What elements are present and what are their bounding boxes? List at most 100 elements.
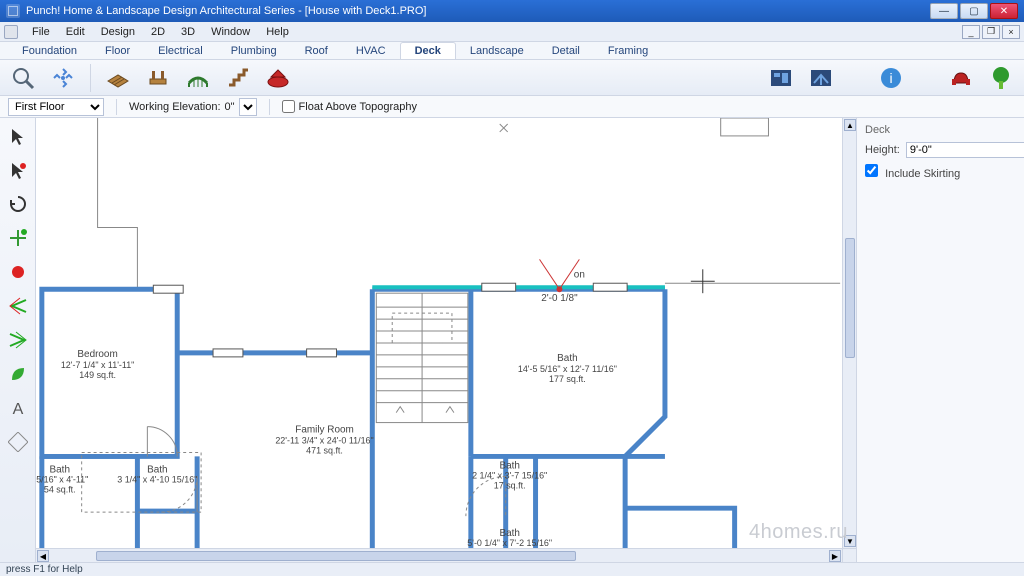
record-tool[interactable] — [4, 258, 32, 286]
skirting-label: Include Skirting — [885, 168, 960, 180]
deck-post-icon — [145, 65, 171, 91]
scroll-right-button[interactable]: ▶ — [829, 550, 841, 562]
tab-detail[interactable]: Detail — [538, 43, 594, 59]
float-topography-checkbox[interactable] — [282, 100, 295, 113]
window-maximize-button[interactable]: ▢ — [960, 3, 988, 19]
menu-window[interactable]: Window — [203, 24, 258, 40]
menu-design[interactable]: Design — [93, 24, 143, 40]
mdi-restore-button[interactable]: ❐ — [982, 25, 1000, 39]
skirting-option[interactable]: Include Skirting — [865, 164, 960, 180]
svg-text:on: on — [574, 269, 585, 280]
tab-plumbing[interactable]: Plumbing — [217, 43, 291, 59]
tab-deck[interactable]: Deck — [400, 42, 456, 59]
horizontal-scrollbar[interactable]: ◀ ▶ — [36, 548, 842, 562]
menu-help[interactable]: Help — [258, 24, 297, 40]
red-roof-ring-icon — [265, 65, 291, 91]
red-dot-icon — [8, 262, 28, 282]
plant-bed-button[interactable] — [944, 63, 978, 93]
svg-text:471 sq.ft.: 471 sq.ft. — [306, 445, 343, 455]
green-arrows-right-icon — [8, 330, 28, 350]
tab-roof[interactable]: Roof — [291, 43, 342, 59]
menubar: File Edit Design 2D 3D Window Help _ ❐ × — [0, 22, 1024, 42]
scroll-corner — [842, 548, 856, 562]
crosshair-green-icon — [8, 228, 28, 248]
info-button[interactable]: i — [874, 63, 908, 93]
options-bar: First Floor Working Elevation: 0" Float … — [0, 96, 1024, 118]
arrow-icon — [8, 126, 28, 146]
deck-post-tool[interactable] — [141, 63, 175, 93]
tree-button[interactable] — [984, 63, 1018, 93]
mdi-minimize-button[interactable]: _ — [962, 25, 980, 39]
working-elevation-label: Working Elevation: — [129, 101, 221, 113]
deck-icon — [105, 65, 131, 91]
snap-guides-tool[interactable] — [4, 224, 32, 252]
svg-text:22'-11 3/4" x 24'-0 11/16": 22'-11 3/4" x 24'-0 11/16" — [275, 435, 373, 445]
working-elevation-dropdown[interactable] — [239, 98, 257, 116]
svg-text:i: i — [889, 70, 892, 86]
rotate-tool[interactable] — [4, 190, 32, 218]
svg-text:15/16" x 4'-11": 15/16" x 4'-11" — [36, 474, 88, 484]
select-tool[interactable] — [4, 122, 32, 150]
design-canvas[interactable]: on 2'-0 1/8" — [36, 118, 842, 548]
properties-header: Deck — [865, 124, 1016, 136]
select-add-tool[interactable] — [4, 156, 32, 184]
main-toolbar: i — [0, 60, 1024, 96]
svg-text:3 1/4" x 4'-10 15/16": 3 1/4" x 4'-10 15/16" — [117, 474, 197, 484]
svg-text:177 sq.ft.: 177 sq.ft. — [549, 374, 586, 384]
text-tool[interactable]: A — [4, 394, 32, 422]
svg-text:Bedroom: Bedroom — [77, 349, 117, 360]
status-text: press F1 for Help — [6, 564, 83, 575]
window-close-button[interactable]: ✕ — [990, 3, 1018, 19]
measure-tool[interactable] — [4, 428, 32, 456]
left-tool-palette: A — [0, 118, 36, 562]
window-minimize-button[interactable]: — — [930, 3, 958, 19]
deck-tool[interactable] — [101, 63, 135, 93]
mdi-close-button[interactable]: × — [1002, 25, 1020, 39]
working-elevation-value: 0" — [225, 101, 235, 113]
scroll-left-button[interactable]: ◀ — [37, 550, 49, 562]
tab-floor[interactable]: Floor — [91, 43, 144, 59]
dimension-right-tool[interactable] — [4, 326, 32, 354]
svg-text:12'-7 1/4" x 11'-11": 12'-7 1/4" x 11'-11" — [61, 360, 135, 370]
vertical-scrollbar[interactable]: ▲ ▼ — [842, 118, 856, 548]
tree-icon — [988, 65, 1014, 91]
float-topography-option[interactable]: Float Above Topography — [282, 100, 417, 113]
tab-landscape[interactable]: Landscape — [456, 43, 538, 59]
tab-electrical[interactable]: Electrical — [144, 43, 217, 59]
2d-view-toggle[interactable] — [764, 63, 798, 93]
app-icon — [6, 4, 20, 18]
horizontal-scroll-thumb[interactable] — [96, 551, 576, 561]
menu-edit[interactable]: Edit — [58, 24, 93, 40]
design-canvas-wrap: on 2'-0 1/8" — [36, 118, 856, 562]
tab-framing[interactable]: Framing — [594, 43, 662, 59]
zoom-tool[interactable] — [6, 63, 40, 93]
info-icon: i — [878, 65, 904, 91]
tab-foundation[interactable]: Foundation — [8, 43, 91, 59]
tab-hvac[interactable]: HVAC — [342, 43, 400, 59]
pan-tool[interactable] — [46, 63, 80, 93]
skirting-checkbox[interactable] — [865, 164, 878, 177]
deck-stairs-tool[interactable] — [221, 63, 255, 93]
leaf-tool[interactable] — [4, 360, 32, 388]
svg-text:54 sq.ft.: 54 sq.ft. — [44, 484, 76, 494]
3d-view-toggle[interactable] — [804, 63, 838, 93]
menu-2d[interactable]: 2D — [143, 24, 173, 40]
dimension-left-tool[interactable] — [4, 292, 32, 320]
height-input[interactable] — [906, 142, 1024, 158]
scroll-up-button[interactable]: ▲ — [844, 119, 856, 131]
menu-file[interactable]: File — [24, 24, 58, 40]
properties-panel: Deck Height: Include Skirting — [856, 118, 1024, 562]
scroll-down-button[interactable]: ▼ — [844, 535, 856, 547]
roof-deck-tool[interactable] — [261, 63, 295, 93]
vertical-scroll-thumb[interactable] — [845, 238, 855, 358]
deck-railing-tool[interactable] — [181, 63, 215, 93]
svg-text:149 sq.ft.: 149 sq.ft. — [79, 370, 116, 380]
ruler-icon — [8, 432, 28, 452]
menu-3d[interactable]: 3D — [173, 24, 203, 40]
floor-select[interactable]: First Floor — [8, 98, 104, 116]
design-tabs: Foundation Floor Electrical Plumbing Roo… — [0, 42, 1024, 60]
hand-move-icon — [50, 65, 76, 91]
railing-icon — [185, 65, 211, 91]
window-titlebar: Punch! Home & Landscape Design Architect… — [0, 0, 1024, 22]
stairs-icon — [225, 65, 251, 91]
